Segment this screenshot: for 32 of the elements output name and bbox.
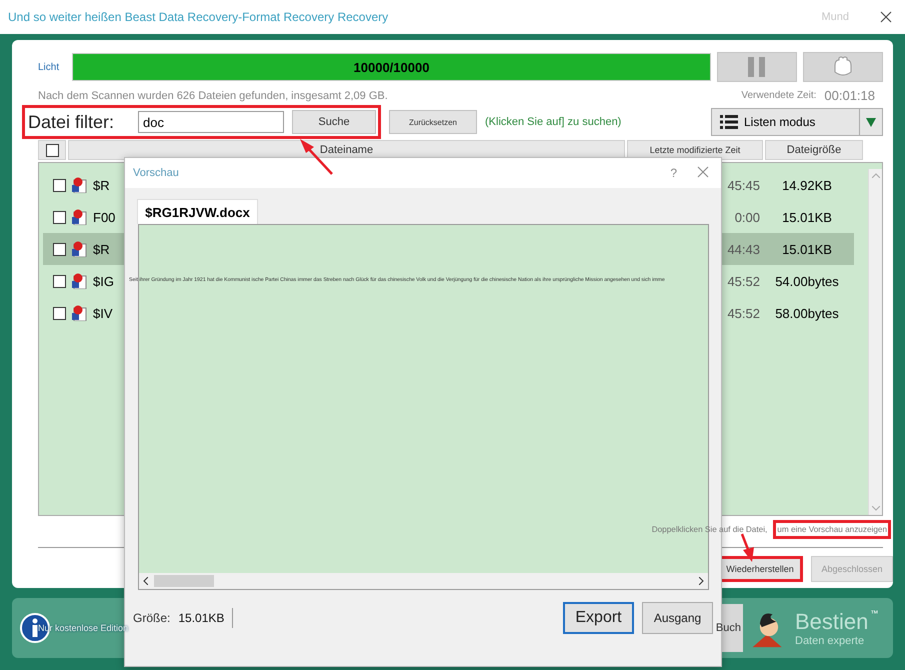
filter-label: Datei filter: (28, 112, 116, 132)
file-time: 45:52 (726, 274, 760, 288)
file-name: $R (93, 242, 110, 256)
size-value: 15.01KB (178, 611, 224, 625)
file-size: 14.92KB (781, 178, 833, 192)
size-label: Größe: (133, 611, 170, 625)
brand-tagline: Daten experte (795, 635, 866, 647)
file-time: 45:52 (726, 306, 760, 320)
brand-name: Bestien (795, 609, 868, 635)
file-name: $IV (93, 306, 113, 320)
trademark-sign: ™ (870, 609, 878, 618)
filter-hint: (Klicken Sie auf] zu suchen) (485, 116, 622, 128)
column-header: Dateigröße (765, 140, 863, 160)
file-size: 15.01KB (781, 242, 833, 256)
elapsed-label: Verwendete Zeit: (741, 90, 816, 101)
file-time: 0:00 (734, 210, 760, 224)
elapsed-time: 00:01:18 (824, 88, 875, 103)
scan-label: Licht (38, 62, 60, 72)
file-size: 54.00bytes (774, 274, 840, 288)
file-size: 58.00bytes (774, 306, 840, 320)
scan-summary: Nach dem Scannen wurden 626 Dateien gefunden, insgesamt 2,09 GB. (38, 90, 389, 102)
progress-text: 10000/10000 (352, 60, 430, 75)
file-name: $IG (93, 274, 114, 288)
file-size: 15.01KB (781, 210, 833, 224)
file-name: $R (93, 178, 110, 192)
window-title: Und so weiter heißen Beast Data Recovery-Format Recovery Recovery (8, 10, 390, 24)
dialog-title: Vorschau (133, 167, 180, 179)
file-name: F00 (93, 210, 116, 224)
file-time: 45:45 (726, 178, 760, 192)
column-header: Letzte modifizierte Zeit (627, 140, 763, 160)
file-time: 44:43 (726, 242, 760, 256)
preview-hint: um eine Vorschau anzuzeigen (773, 520, 891, 539)
